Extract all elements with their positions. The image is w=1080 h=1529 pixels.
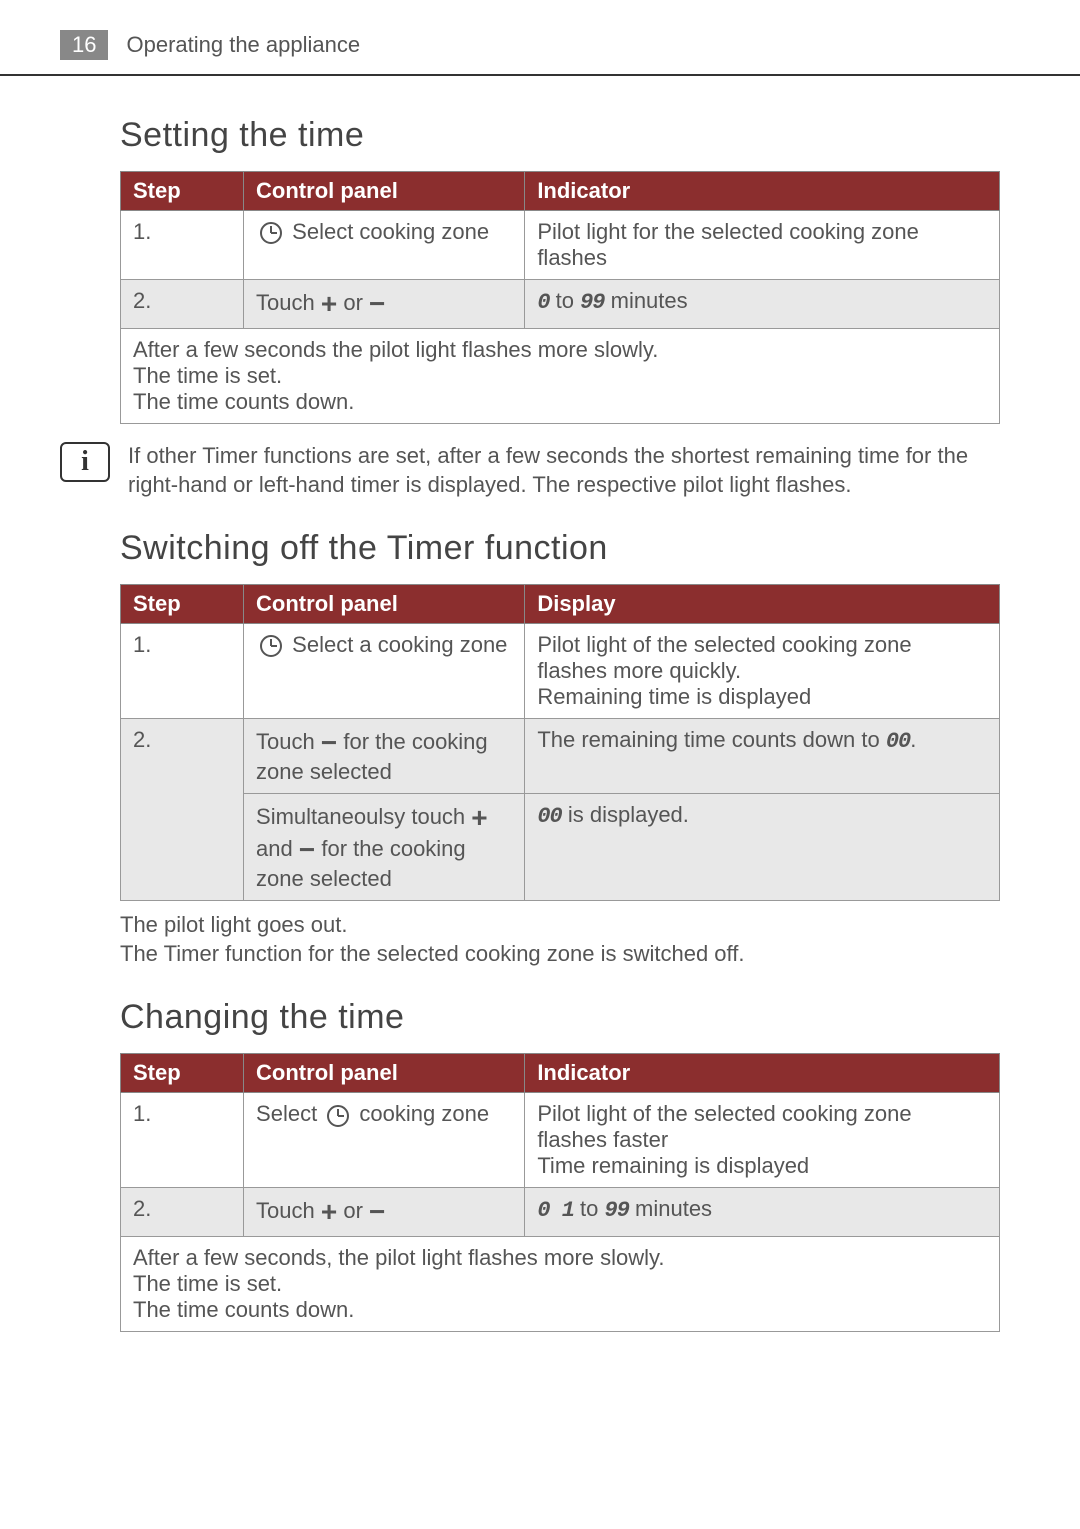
cell-step: 1.	[121, 1093, 244, 1188]
section-title-changing-time: Changing the time	[120, 998, 1000, 1037]
cell-cp: Touch + or −	[244, 1188, 525, 1237]
th-step: Step	[121, 172, 244, 211]
footnote-switch-off: The pilot light goes out. The Timer func…	[120, 911, 1000, 968]
cell-cp: Touch − for the cooking zone selected	[244, 719, 525, 794]
info-note: i If other Timer functions are set, afte…	[60, 442, 1000, 499]
th-display: Display	[525, 585, 1000, 624]
cell-text: to	[574, 1196, 605, 1221]
cell-display: The remaining time counts down to 00.	[525, 719, 1000, 794]
table-footer: After a few seconds, the pilot light fla…	[121, 1237, 1000, 1332]
cell-cp: Touch + or −	[244, 280, 525, 329]
cell-text: Select a cooking zone	[286, 632, 507, 657]
cell-text: cooking zone	[353, 1101, 489, 1126]
cell-text: Touch	[256, 1198, 321, 1223]
page-header: 16 Operating the appliance	[0, 0, 1080, 70]
table-footer: After a few seconds the pilot light flas…	[121, 329, 1000, 424]
cell-text: or	[337, 290, 369, 315]
page-number: 16	[60, 30, 108, 60]
clock-icon	[327, 1105, 349, 1127]
cell-text: is displayed.	[562, 802, 689, 827]
cell-text: minutes	[629, 1196, 712, 1221]
cell-cp: Select cooking zone	[244, 211, 525, 280]
th-indicator: Indicator	[525, 172, 1000, 211]
minus-icon: −	[369, 1196, 385, 1227]
cell-step: 2.	[121, 280, 244, 329]
digital-value: 99	[605, 1198, 629, 1223]
th-control-panel: Control panel	[244, 1054, 525, 1093]
cell-text: or	[337, 1198, 369, 1223]
cell-text: Simultaneoulsy touch	[256, 804, 471, 829]
plus-icon: +	[321, 1196, 337, 1227]
cell-text: .	[910, 727, 916, 752]
cell-text: Touch	[256, 290, 321, 315]
plus-icon: +	[471, 802, 487, 833]
section-title-switch-off: Switching off the Timer function	[120, 529, 1000, 568]
digital-value: 00	[537, 804, 561, 829]
cell-display: Pilot light of the selected cooking zone…	[525, 624, 1000, 719]
cell-text: Select cooking zone	[286, 219, 489, 244]
table-setting-time: Step Control panel Indicator 1. Select c…	[120, 171, 1000, 424]
cell-cp: Select cooking zone	[244, 1093, 525, 1188]
cell-step: 1.	[121, 211, 244, 280]
cell-step: 2.	[121, 1188, 244, 1237]
info-text: If other Timer functions are set, after …	[128, 442, 1000, 499]
th-step: Step	[121, 1054, 244, 1093]
digital-value: 0	[537, 290, 549, 315]
th-control-panel: Control panel	[244, 585, 525, 624]
plus-icon: +	[321, 288, 337, 319]
cell-text: to	[550, 288, 581, 313]
cell-cp: Simultaneoulsy touch + and − for the coo…	[244, 794, 525, 901]
clock-icon	[260, 635, 282, 657]
digital-value: 0 1	[537, 1198, 574, 1223]
cell-display: 00 is displayed.	[525, 794, 1000, 901]
cell-text: and	[256, 836, 299, 861]
clock-icon	[260, 222, 282, 244]
minus-icon: −	[321, 727, 337, 758]
cell-step: 1.	[121, 624, 244, 719]
header-title: Operating the appliance	[126, 32, 360, 58]
header-divider	[0, 74, 1080, 76]
minus-icon: −	[299, 834, 315, 865]
digital-value: 00	[886, 729, 910, 754]
cell-cp: Select a cooking zone	[244, 624, 525, 719]
section-title-setting-time: Setting the time	[120, 116, 1000, 155]
info-icon: i	[60, 442, 110, 482]
cell-text: minutes	[605, 288, 688, 313]
table-changing-time: Step Control panel Indicator 1. Select c…	[120, 1053, 1000, 1332]
cell-indicator: 0 to 99 minutes	[525, 280, 1000, 329]
digital-value: 99	[580, 290, 604, 315]
cell-text: Touch	[256, 729, 321, 754]
cell-indicator: 0 1 to 99 minutes	[525, 1188, 1000, 1237]
th-step: Step	[121, 585, 244, 624]
th-control-panel: Control panel	[244, 172, 525, 211]
cell-text: The remaining time counts down to	[537, 727, 886, 752]
table-switch-off: Step Control panel Display 1. Select a c…	[120, 584, 1000, 901]
minus-icon: −	[369, 288, 385, 319]
cell-step: 2.	[121, 719, 244, 901]
cell-indicator: Pilot light for the selected cooking zon…	[525, 211, 1000, 280]
cell-indicator: Pilot light of the selected cooking zone…	[525, 1093, 1000, 1188]
th-indicator: Indicator	[525, 1054, 1000, 1093]
cell-text: Select	[256, 1101, 323, 1126]
